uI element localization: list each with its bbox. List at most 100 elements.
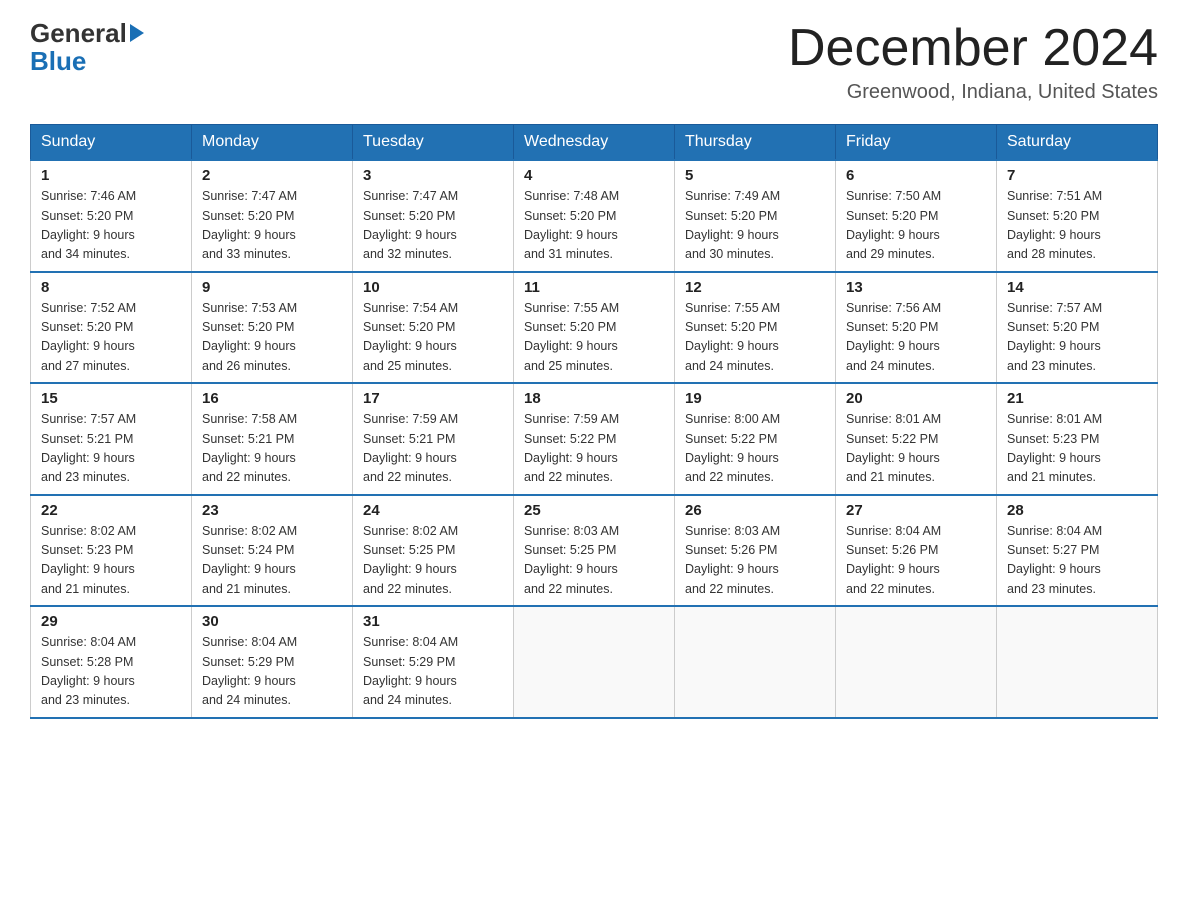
day-info: Sunrise: 8:02 AMSunset: 5:24 PMDaylight:… xyxy=(202,522,342,600)
day-info: Sunrise: 7:52 AMSunset: 5:20 PMDaylight:… xyxy=(41,299,181,377)
day-info: Sunrise: 7:47 AMSunset: 5:20 PMDaylight:… xyxy=(363,187,503,265)
day-number: 28 xyxy=(1007,502,1147,519)
day-number: 20 xyxy=(846,390,986,407)
day-number: 10 xyxy=(363,279,503,296)
calendar-day-15: 15 Sunrise: 7:57 AMSunset: 5:21 PMDayligh… xyxy=(31,383,192,495)
header-day-monday: Monday xyxy=(192,125,353,161)
day-number: 6 xyxy=(846,167,986,184)
calendar-day-25: 25Sunrise: 8:03 AMSunset: 5:25 PMDayligh… xyxy=(514,495,675,607)
day-number: 4 xyxy=(524,167,664,184)
day-info: Sunrise: 7:49 AMSunset: 5:20 PMDaylight:… xyxy=(685,187,825,265)
location: Greenwood, Indiana, United States xyxy=(788,81,1158,104)
calendar-week-row: 29 Sunrise: 8:04 AMSunset: 5:28 PMDayligh… xyxy=(31,606,1158,718)
day-info: Sunrise: 8:02 AMSunset: 5:23 PMDaylight:… xyxy=(41,522,181,600)
day-number: 23 xyxy=(202,502,342,519)
calendar-week-row: 15 Sunrise: 7:57 AMSunset: 5:21 PMDayligh… xyxy=(31,383,1158,495)
day-number: 22 xyxy=(41,502,181,519)
header-day-sunday: Sunday xyxy=(31,125,192,161)
calendar-week-row: 22 Sunrise: 8:02 AMSunset: 5:23 PMDayligh… xyxy=(31,495,1158,607)
day-number: 18 xyxy=(524,390,664,407)
day-info: Sunrise: 8:03 AMSunset: 5:25 PMDaylight:… xyxy=(524,522,664,600)
day-number: 13 xyxy=(846,279,986,296)
day-number: 19 xyxy=(685,390,825,407)
calendar-day-30: 30Sunrise: 8:04 AMSunset: 5:29 PMDayligh… xyxy=(192,606,353,718)
day-number: 24 xyxy=(363,502,503,519)
day-number: 15 xyxy=(41,390,181,407)
day-info: Sunrise: 8:04 AMSunset: 5:29 PMDaylight:… xyxy=(202,633,342,711)
logo-top-row: General xyxy=(30,20,144,46)
empty-cell xyxy=(997,606,1158,718)
calendar-day-16: 16Sunrise: 7:58 AMSunset: 5:21 PMDayligh… xyxy=(192,383,353,495)
day-info: Sunrise: 7:54 AMSunset: 5:20 PMDaylight:… xyxy=(363,299,503,377)
day-info: Sunrise: 8:04 AMSunset: 5:26 PMDaylight:… xyxy=(846,522,986,600)
calendar-day-27: 27 Sunrise: 8:04 AMSunset: 5:26 PMDayligh… xyxy=(836,495,997,607)
calendar-week-row: 1Sunrise: 7:46 AMSunset: 5:20 PMDaylight… xyxy=(31,160,1158,272)
calendar-day-5: 5 Sunrise: 7:49 AMSunset: 5:20 PMDaylight… xyxy=(675,160,836,272)
day-info: Sunrise: 7:56 AMSunset: 5:20 PMDaylight:… xyxy=(846,299,986,377)
day-info: Sunrise: 7:50 AMSunset: 5:20 PMDaylight:… xyxy=(846,187,986,265)
calendar-day-12: 12 Sunrise: 7:55 AMSunset: 5:20 PMDayligh… xyxy=(675,272,836,384)
logo-blue-line: Blue xyxy=(30,48,144,74)
month-title: December 2024 xyxy=(788,20,1158,77)
logo-general-text: General xyxy=(30,20,127,46)
calendar-day-18: 18 Sunrise: 7:59 AMSunset: 5:22 PMDayligh… xyxy=(514,383,675,495)
day-info: Sunrise: 7:55 AMSunset: 5:20 PMDaylight:… xyxy=(685,299,825,377)
day-info: Sunrise: 8:00 AMSunset: 5:22 PMDaylight:… xyxy=(685,410,825,488)
calendar-day-1: 1Sunrise: 7:46 AMSunset: 5:20 PMDaylight… xyxy=(31,160,192,272)
day-number: 21 xyxy=(1007,390,1147,407)
day-info: Sunrise: 8:04 AMSunset: 5:27 PMDaylight:… xyxy=(1007,522,1147,600)
day-info: Sunrise: 8:04 AMSunset: 5:29 PMDaylight:… xyxy=(363,633,503,711)
empty-cell xyxy=(836,606,997,718)
day-number: 9 xyxy=(202,279,342,296)
day-info: Sunrise: 7:55 AMSunset: 5:20 PMDaylight:… xyxy=(524,299,664,377)
calendar-day-20: 20 Sunrise: 8:01 AMSunset: 5:22 PMDayligh… xyxy=(836,383,997,495)
day-number: 27 xyxy=(846,502,986,519)
day-info: Sunrise: 7:48 AMSunset: 5:20 PMDaylight:… xyxy=(524,187,664,265)
calendar-day-22: 22 Sunrise: 8:02 AMSunset: 5:23 PMDayligh… xyxy=(31,495,192,607)
empty-cell xyxy=(514,606,675,718)
calendar-day-28: 28 Sunrise: 8:04 AMSunset: 5:27 PMDayligh… xyxy=(997,495,1158,607)
title-section: December 2024 Greenwood, Indiana, United… xyxy=(788,20,1158,104)
day-info: Sunrise: 8:01 AMSunset: 5:22 PMDaylight:… xyxy=(846,410,986,488)
day-number: 16 xyxy=(202,390,342,407)
calendar-day-13: 13 Sunrise: 7:56 AMSunset: 5:20 PMDayligh… xyxy=(836,272,997,384)
day-number: 12 xyxy=(685,279,825,296)
calendar-day-31: 31 Sunrise: 8:04 AMSunset: 5:29 PMDayligh… xyxy=(353,606,514,718)
calendar-day-4: 4 Sunrise: 7:48 AMSunset: 5:20 PMDaylight… xyxy=(514,160,675,272)
calendar-day-10: 10 Sunrise: 7:54 AMSunset: 5:20 PMDayligh… xyxy=(353,272,514,384)
day-info: Sunrise: 7:53 AMSunset: 5:20 PMDaylight:… xyxy=(202,299,342,377)
day-info: Sunrise: 7:57 AMSunset: 5:21 PMDaylight:… xyxy=(41,410,181,488)
header-day-wednesday: Wednesday xyxy=(514,125,675,161)
day-number: 7 xyxy=(1007,167,1147,184)
day-info: Sunrise: 8:04 AMSunset: 5:28 PMDaylight:… xyxy=(41,633,181,711)
page-header: General Blue December 2024 Greenwood, In… xyxy=(30,20,1158,104)
day-number: 2 xyxy=(202,167,342,184)
calendar-day-23: 23 Sunrise: 8:02 AMSunset: 5:24 PMDayligh… xyxy=(192,495,353,607)
day-number: 29 xyxy=(41,613,181,630)
logo-arrow-icon xyxy=(130,24,144,42)
calendar-day-3: 3 Sunrise: 7:47 AMSunset: 5:20 PMDaylight… xyxy=(353,160,514,272)
calendar-header-row: SundayMondayTuesdayWednesdayThursdayFrid… xyxy=(31,125,1158,161)
calendar-table: SundayMondayTuesdayWednesdayThursdayFrid… xyxy=(30,124,1158,719)
day-number: 31 xyxy=(363,613,503,630)
day-number: 3 xyxy=(363,167,503,184)
header-day-saturday: Saturday xyxy=(997,125,1158,161)
day-info: Sunrise: 7:57 AMSunset: 5:20 PMDaylight:… xyxy=(1007,299,1147,377)
day-number: 17 xyxy=(363,390,503,407)
day-number: 8 xyxy=(41,279,181,296)
day-info: Sunrise: 7:47 AMSunset: 5:20 PMDaylight:… xyxy=(202,187,342,265)
day-info: Sunrise: 8:01 AMSunset: 5:23 PMDaylight:… xyxy=(1007,410,1147,488)
day-info: Sunrise: 7:59 AMSunset: 5:22 PMDaylight:… xyxy=(524,410,664,488)
calendar-day-19: 19 Sunrise: 8:00 AMSunset: 5:22 PMDayligh… xyxy=(675,383,836,495)
calendar-day-24: 24 Sunrise: 8:02 AMSunset: 5:25 PMDayligh… xyxy=(353,495,514,607)
calendar-day-11: 11 Sunrise: 7:55 AMSunset: 5:20 PMDayligh… xyxy=(514,272,675,384)
header-day-tuesday: Tuesday xyxy=(353,125,514,161)
day-info: Sunrise: 8:02 AMSunset: 5:25 PMDaylight:… xyxy=(363,522,503,600)
calendar-day-14: 14Sunrise: 7:57 AMSunset: 5:20 PMDayligh… xyxy=(997,272,1158,384)
day-number: 11 xyxy=(524,279,664,296)
day-info: Sunrise: 7:59 AMSunset: 5:21 PMDaylight:… xyxy=(363,410,503,488)
empty-cell xyxy=(675,606,836,718)
day-info: Sunrise: 8:03 AMSunset: 5:26 PMDaylight:… xyxy=(685,522,825,600)
calendar-day-17: 17 Sunrise: 7:59 AMSunset: 5:21 PMDayligh… xyxy=(353,383,514,495)
day-number: 5 xyxy=(685,167,825,184)
